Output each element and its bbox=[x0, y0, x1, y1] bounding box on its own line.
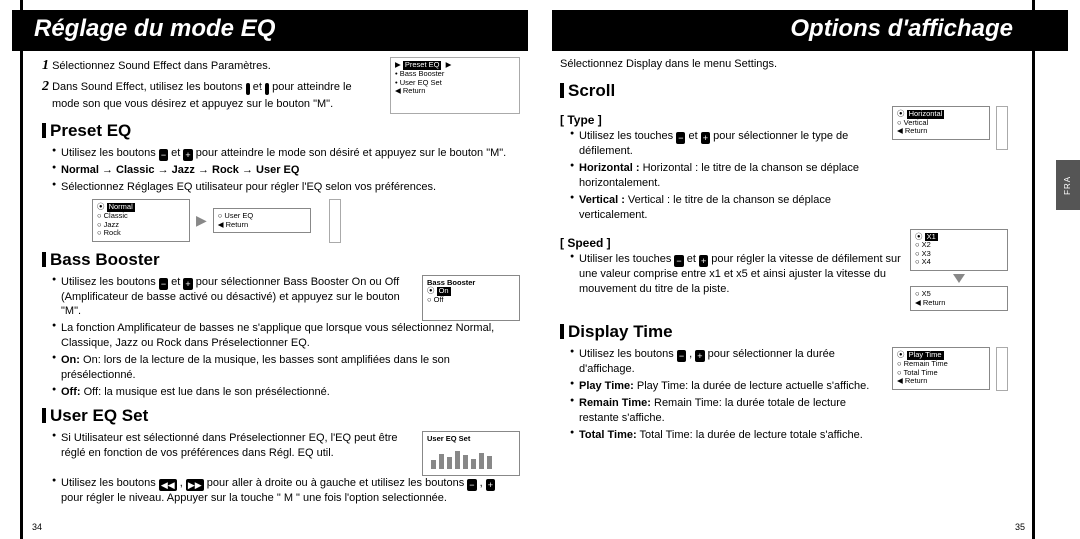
display-time-bullets: Utilisez les boutons − , + pour sélectio… bbox=[560, 347, 884, 444]
scroll-speed-bullets: Utiliser les touches − et + pour régler … bbox=[560, 252, 902, 297]
preset-eq-bullets: Utilisez les boutons − et + pour atteind… bbox=[42, 146, 520, 195]
step-2: 2 Dans Sound Effect, utilisez les bouton… bbox=[42, 78, 382, 112]
device-outline bbox=[329, 199, 341, 243]
right-page-number: 35 bbox=[1015, 521, 1025, 533]
plus-icon: + bbox=[265, 83, 269, 95]
bass-booster-heading: Bass Booster bbox=[42, 249, 520, 272]
right-arrow-icon: ▶ bbox=[196, 211, 207, 230]
page-spread: Réglage du mode EQ 1 Sélectionnez Sound … bbox=[0, 0, 1080, 539]
plus-icon: + bbox=[183, 149, 192, 161]
preset-menu-b: ○ User EQ ◀ Return bbox=[213, 208, 311, 233]
right-page: FRA Options d'affichage Sélectionnez Dis… bbox=[540, 0, 1080, 539]
preset-menu-a: ⦿ Normal ○ Classic ○ Jazz ○ Rock bbox=[92, 199, 190, 242]
left-margin-rule bbox=[20, 0, 23, 539]
right-margin-rule bbox=[1032, 0, 1035, 539]
speed-menu-b: ○ X5 ◀ Return bbox=[910, 286, 1008, 311]
minus-icon: − bbox=[467, 479, 476, 491]
minus-icon: − bbox=[674, 255, 683, 267]
step-1: 1 Sélectionnez Sound Effect dans Paramèt… bbox=[42, 57, 382, 76]
plus-icon: + bbox=[486, 479, 495, 491]
scroll-type-bullets: Utilisez les touches − et + pour sélecti… bbox=[560, 129, 884, 222]
scroll-heading: Scroll bbox=[560, 80, 1008, 103]
right-title: Options d'affichage bbox=[552, 10, 1068, 51]
bass-menu-screen: Bass Booster ⦿ On ○ Off bbox=[422, 275, 520, 322]
plus-icon: + bbox=[699, 255, 708, 267]
minus-icon: − bbox=[677, 350, 686, 362]
prev-icon: ◀◀ bbox=[159, 479, 177, 491]
left-page-number: 34 bbox=[32, 521, 42, 533]
display-time-menu: ⦿ Play Time ○ Remain Time ○ Total Time ◀… bbox=[892, 347, 990, 390]
type-label: [ Type ] bbox=[560, 112, 884, 128]
bass-booster-bullets-cont: La fonction Amplificateur de basses ne s… bbox=[42, 321, 520, 399]
language-tab: FRA bbox=[1056, 160, 1080, 210]
minus-icon: − bbox=[676, 132, 685, 144]
preset-eq-heading: Preset EQ bbox=[42, 120, 520, 143]
speed-menu-a: ⦿ X1 ○ X2 ○ X3 ○ X4 bbox=[910, 229, 1008, 272]
user-eq-bullets: Si Utilisateur est sélectionné dans Prés… bbox=[42, 431, 414, 476]
device-outline bbox=[996, 347, 1008, 391]
type-menu-screen: ⦿ Horizontal ○ Vertical ◀ Return bbox=[892, 106, 990, 140]
plus-icon: + bbox=[701, 132, 710, 144]
display-time-heading: Display Time bbox=[560, 321, 1008, 344]
minus-icon: − bbox=[246, 83, 250, 95]
top-menu-screen: ▶ Preset EQ ▶ • Bass Booster • User EQ S… bbox=[390, 57, 520, 114]
user-eq-screen: User EQ Set bbox=[422, 431, 520, 476]
plus-icon: + bbox=[695, 350, 704, 362]
right-intro: Sélectionnez Display dans le menu Settin… bbox=[560, 57, 1008, 72]
left-page: Réglage du mode EQ 1 Sélectionnez Sound … bbox=[0, 0, 540, 539]
minus-icon: − bbox=[159, 278, 168, 290]
plus-icon: + bbox=[183, 278, 192, 290]
device-outline bbox=[996, 106, 1008, 150]
user-eq-bullets-cont: Utilisez les boutons ◀◀ , ▶▶ pour aller … bbox=[42, 476, 520, 506]
minus-icon: − bbox=[159, 149, 168, 161]
next-icon: ▶▶ bbox=[186, 479, 204, 491]
bass-booster-bullets: Utilisez les boutons − et + pour sélecti… bbox=[42, 275, 414, 322]
left-title: Réglage du mode EQ bbox=[12, 10, 528, 51]
down-arrow-icon bbox=[953, 274, 965, 283]
speed-label: [ Speed ] bbox=[560, 235, 902, 251]
user-eq-heading: User EQ Set bbox=[42, 405, 520, 428]
